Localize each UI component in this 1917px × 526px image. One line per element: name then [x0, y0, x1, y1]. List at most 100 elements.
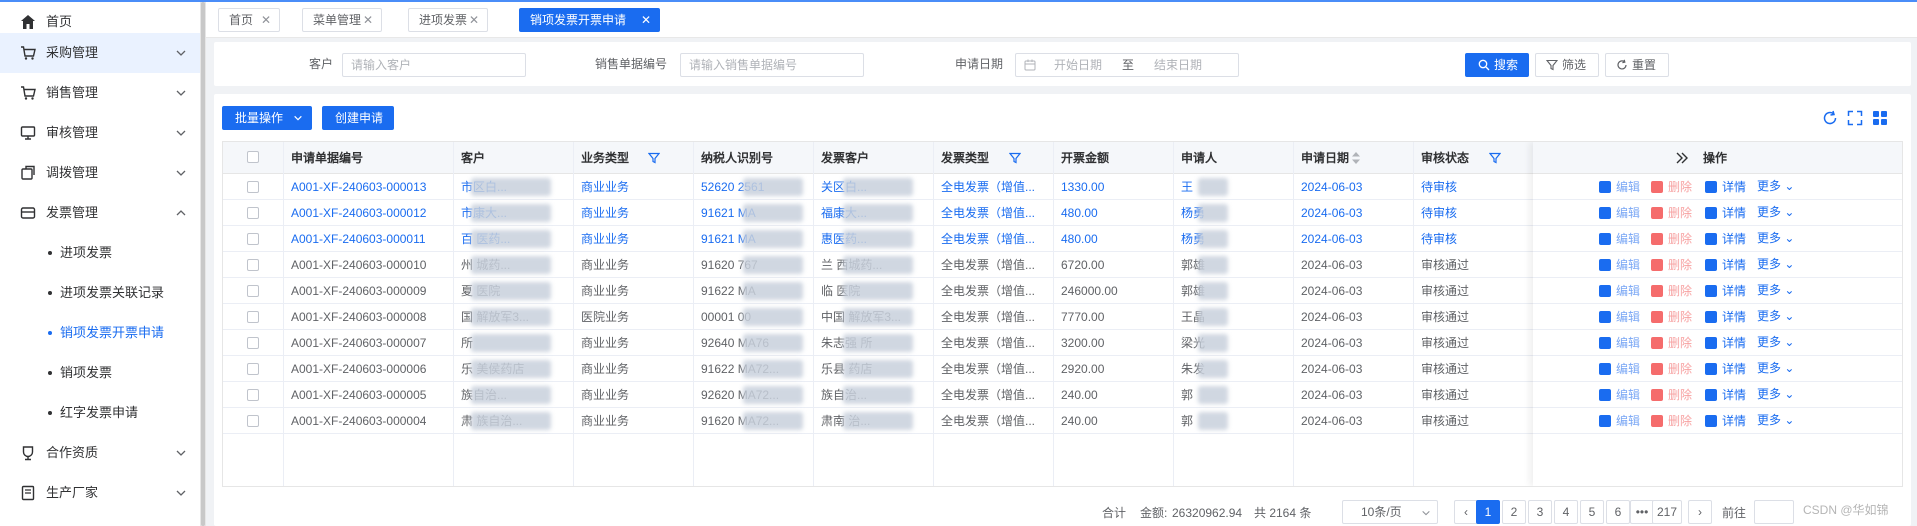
- sidebar-subitem-red-invoice[interactable]: 红字发票申请: [0, 393, 200, 433]
- more-dropdown[interactable]: 更多 ⌄: [1757, 283, 1794, 297]
- edit-link[interactable]: 编辑: [1616, 362, 1640, 376]
- detail-link[interactable]: 详情: [1722, 258, 1746, 272]
- sidebar-item-manufacturer[interactable]: 生产厂家: [0, 473, 200, 513]
- cell-audit-status[interactable]: 审核通过: [1421, 258, 1469, 272]
- detail-icon[interactable]: [1705, 363, 1717, 375]
- cell-audit-status[interactable]: 待审核: [1421, 232, 1457, 246]
- page-ellipsis-button[interactable]: •••: [1630, 500, 1654, 524]
- select-all-checkbox[interactable]: [247, 151, 259, 163]
- trash-icon[interactable]: [1651, 415, 1663, 427]
- edit-icon[interactable]: [1599, 311, 1611, 323]
- detail-link[interactable]: 详情: [1722, 232, 1746, 246]
- trash-icon[interactable]: [1651, 181, 1663, 193]
- edit-icon[interactable]: [1599, 181, 1611, 193]
- more-dropdown[interactable]: 更多 ⌄: [1757, 179, 1794, 193]
- cell-audit-status[interactable]: 待审核: [1421, 180, 1457, 194]
- delete-link[interactable]: 删除: [1668, 362, 1692, 376]
- detail-link[interactable]: 详情: [1722, 388, 1746, 402]
- edit-icon[interactable]: [1599, 233, 1611, 245]
- trash-icon[interactable]: [1651, 389, 1663, 401]
- tab-home[interactable]: 首页 ✕: [218, 8, 280, 32]
- delete-link[interactable]: 删除: [1668, 388, 1692, 402]
- cell-audit-status[interactable]: 审核通过: [1421, 388, 1469, 402]
- prev-page-button[interactable]: ‹: [1454, 500, 1478, 524]
- cell-request-number[interactable]: A001-XF-240603-000012: [291, 206, 426, 220]
- sidebar-item-audit[interactable]: 审核管理: [0, 113, 200, 153]
- create-request-button[interactable]: 创建申请: [322, 106, 394, 130]
- cell-audit-status[interactable]: 审核通过: [1421, 362, 1469, 376]
- cell-audit-status[interactable]: 待审核: [1421, 206, 1457, 220]
- tab-output-invoice-request[interactable]: 销项发票开票申请 ✕: [519, 8, 660, 32]
- delete-link[interactable]: 删除: [1668, 284, 1692, 298]
- sidebar-item-invoice[interactable]: 发票管理: [0, 193, 200, 233]
- customer-input[interactable]: 请输入客户: [342, 53, 526, 77]
- detail-icon[interactable]: [1705, 415, 1717, 427]
- detail-icon[interactable]: [1705, 181, 1717, 193]
- edit-icon[interactable]: [1599, 363, 1611, 375]
- cell-request-number[interactable]: A001-XF-240603-000010: [291, 258, 426, 272]
- edit-link[interactable]: 编辑: [1616, 414, 1640, 428]
- delete-link[interactable]: 删除: [1668, 310, 1692, 324]
- delete-link[interactable]: 删除: [1668, 336, 1692, 350]
- edit-link[interactable]: 编辑: [1616, 284, 1640, 298]
- sidebar-item-transfer[interactable]: 调拨管理: [0, 153, 200, 193]
- edit-link[interactable]: 编辑: [1616, 388, 1640, 402]
- page-number-button[interactable]: 3: [1528, 500, 1552, 524]
- row-checkbox[interactable]: [247, 181, 259, 193]
- cell-request-number[interactable]: A001-XF-240603-000009: [291, 284, 426, 298]
- double-chevron-right-icon[interactable]: [1675, 151, 1689, 165]
- cell-request-number[interactable]: A001-XF-240603-000011: [291, 232, 426, 246]
- fullscreen-icon[interactable]: [1847, 110, 1863, 126]
- detail-link[interactable]: 详情: [1722, 414, 1746, 428]
- row-checkbox[interactable]: [247, 233, 259, 245]
- trash-icon[interactable]: [1651, 363, 1663, 375]
- trash-icon[interactable]: [1651, 337, 1663, 349]
- edit-icon[interactable]: [1599, 285, 1611, 297]
- close-icon[interactable]: ✕: [641, 14, 651, 27]
- cell-audit-status[interactable]: 审核通过: [1421, 336, 1469, 350]
- cell-request-number[interactable]: A001-XF-240603-000013: [291, 180, 426, 194]
- cell-request-number[interactable]: A001-XF-240603-000008: [291, 310, 426, 324]
- detail-link[interactable]: 详情: [1722, 180, 1746, 194]
- edit-icon[interactable]: [1599, 337, 1611, 349]
- page-number-button[interactable]: 1: [1476, 500, 1500, 524]
- more-dropdown[interactable]: 更多 ⌄: [1757, 231, 1794, 245]
- refresh-icon[interactable]: [1822, 110, 1838, 126]
- row-checkbox[interactable]: [247, 363, 259, 375]
- filter-button[interactable]: 筛选: [1535, 53, 1599, 77]
- edit-link[interactable]: 编辑: [1616, 180, 1640, 194]
- edit-link[interactable]: 编辑: [1616, 310, 1640, 324]
- detail-link[interactable]: 详情: [1722, 362, 1746, 376]
- sidebar-subitem-input-invoice[interactable]: 进项发票: [0, 233, 200, 273]
- detail-link[interactable]: 详情: [1722, 336, 1746, 350]
- detail-icon[interactable]: [1705, 337, 1717, 349]
- detail-icon[interactable]: [1705, 389, 1717, 401]
- edit-icon[interactable]: [1599, 207, 1611, 219]
- delete-link[interactable]: 删除: [1668, 258, 1692, 272]
- filter-icon[interactable]: [1489, 152, 1501, 164]
- detail-link[interactable]: 详情: [1722, 284, 1746, 298]
- tab-input-invoice[interactable]: 进项发票 ✕: [408, 8, 488, 32]
- page-size-select[interactable]: 10条/页: [1342, 500, 1438, 524]
- row-checkbox[interactable]: [247, 415, 259, 427]
- page-number-button[interactable]: 4: [1554, 500, 1578, 524]
- row-checkbox[interactable]: [247, 259, 259, 271]
- close-icon[interactable]: ✕: [363, 14, 373, 27]
- cell-request-number[interactable]: A001-XF-240603-000007: [291, 336, 426, 350]
- delete-link[interactable]: 删除: [1668, 414, 1692, 428]
- trash-icon[interactable]: [1651, 207, 1663, 219]
- detail-icon[interactable]: [1705, 311, 1717, 323]
- page-number-button[interactable]: 217: [1652, 500, 1682, 524]
- cell-audit-status[interactable]: 审核通过: [1421, 284, 1469, 298]
- order-number-input[interactable]: 请输入销售单据编号: [680, 53, 864, 77]
- cell-audit-status[interactable]: 审核通过: [1421, 414, 1469, 428]
- delete-link[interactable]: 删除: [1668, 232, 1692, 246]
- sidebar-item-qualification[interactable]: 合作资质: [0, 433, 200, 473]
- page-number-button[interactable]: 2: [1502, 500, 1526, 524]
- page-number-button[interactable]: 6: [1606, 500, 1630, 524]
- edit-icon[interactable]: [1599, 389, 1611, 401]
- more-dropdown[interactable]: 更多 ⌄: [1757, 413, 1794, 427]
- scrollbar-thumb[interactable]: [201, 2, 205, 526]
- row-checkbox[interactable]: [247, 311, 259, 323]
- close-icon[interactable]: ✕: [261, 14, 271, 27]
